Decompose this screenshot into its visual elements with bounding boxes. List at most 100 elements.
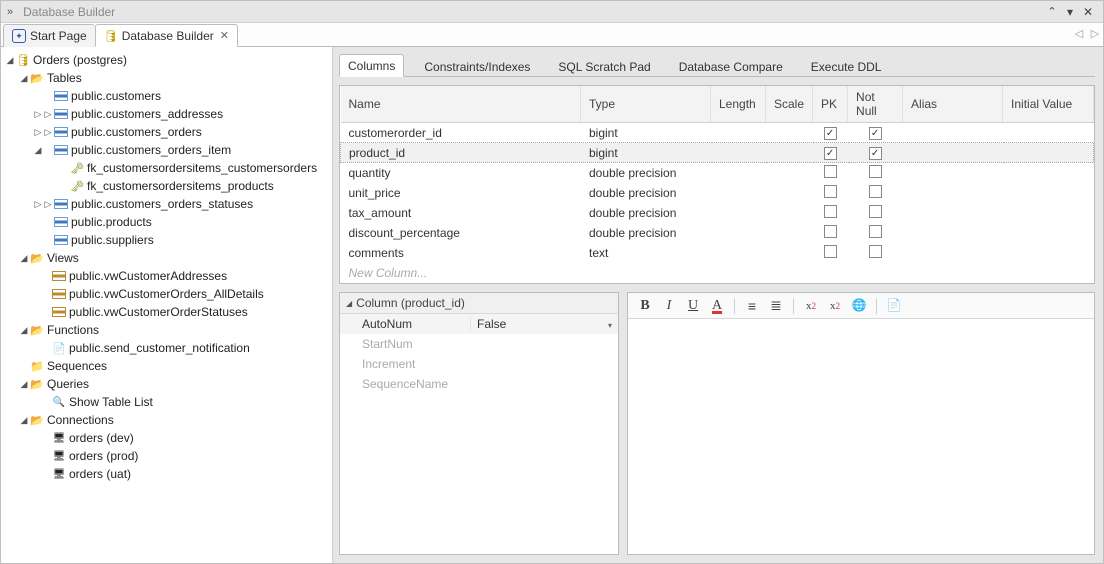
cell-alias[interactable] [903,143,1003,163]
col-scale-header[interactable]: Scale [766,86,813,123]
italic-button[interactable]: I [658,296,680,316]
cell-type[interactable]: text [581,243,711,263]
col-name-header[interactable]: Name [341,86,581,123]
close-window-button[interactable]: ✕ [1079,5,1097,19]
prop-sequencename[interactable]: SequenceName [340,374,618,394]
tree-queries[interactable]: ◢Queries [1,375,332,393]
cell-alias[interactable] [903,203,1003,223]
bold-button[interactable]: B [634,296,656,316]
cell-pk[interactable] [813,243,848,263]
cell-alias[interactable] [903,223,1003,243]
cell-type[interactable]: double precision [581,163,711,184]
tree-functions[interactable]: ◢Functions [1,321,332,339]
cell-pk[interactable] [813,123,848,143]
cell-notnull[interactable] [848,243,903,263]
cell-pk[interactable] [813,143,848,163]
cell-length[interactable] [711,223,766,243]
pk-checkbox[interactable] [824,127,837,140]
cell-alias[interactable] [903,163,1003,184]
cell-alias[interactable] [903,243,1003,263]
tree-query[interactable]: Show Table List [1,393,332,411]
tree-fk[interactable]: fk_customersordersitems_products [1,177,332,195]
cell-length[interactable] [711,123,766,143]
cell-type[interactable]: double precision [581,223,711,243]
columns-grid[interactable]: Name Type Length Scale PK Not Null Alias… [339,85,1095,284]
col-alias-header[interactable]: Alias [903,86,1003,123]
column-row[interactable]: product_idbigint [341,143,1094,163]
notnull-checkbox[interactable] [869,147,882,160]
collapse-button[interactable]: ⌃ [1043,5,1061,18]
column-properties[interactable]: ◢ Column (product_id) AutoNum False▾ Sta… [339,292,619,555]
tree-view[interactable]: public.vwCustomerAddresses [1,267,332,285]
cell-initial[interactable] [1003,163,1094,184]
column-row[interactable]: tax_amountdouble precision [341,203,1094,223]
collapse-icon[interactable]: ◢ [346,299,352,308]
subtab-columns[interactable]: Columns [339,54,404,77]
tree-views[interactable]: ◢Views [1,249,332,267]
cell-name[interactable]: product_id [341,143,581,163]
col-pk-header[interactable]: PK [813,86,848,123]
new-column-hint[interactable]: New Column... [341,263,1094,283]
cell-initial[interactable] [1003,123,1094,143]
cell-pk[interactable] [813,223,848,243]
cell-initial[interactable] [1003,223,1094,243]
tree-table[interactable]: ▷▷public.customers_orders [1,123,332,141]
column-row[interactable]: discount_percentagedouble precision [341,223,1094,243]
cell-alias[interactable] [903,123,1003,143]
tree-connection[interactable]: orders (dev) [1,429,332,447]
cell-length[interactable] [711,183,766,203]
cell-notnull[interactable] [848,143,903,163]
cell-name[interactable]: unit_price [341,183,581,203]
insert-note-button[interactable]: 📄 [883,296,905,316]
tree-function[interactable]: public.send_customer_notification [1,339,332,357]
dropdown-icon[interactable]: ▾ [608,321,612,330]
tab-prev-button[interactable]: ◁ [1071,23,1087,46]
cell-scale[interactable] [766,203,813,223]
prop-autonum[interactable]: AutoNum False▾ [340,314,618,334]
underline-button[interactable]: U [682,296,704,316]
new-column-row[interactable]: New Column... [341,263,1094,283]
tab-start-page[interactable]: Start Page [3,24,95,47]
prop-increment[interactable]: Increment [340,354,618,374]
cell-initial[interactable] [1003,243,1094,263]
tree-root[interactable]: ◢Orders (postgres) [1,51,332,69]
superscript-button[interactable]: x2 [800,296,822,316]
cell-pk[interactable] [813,203,848,223]
tree-table[interactable]: ◢▷public.customers_orders_item [1,141,332,159]
cell-type[interactable]: bigint [581,123,711,143]
col-notnull-header[interactable]: Not Null [848,86,903,123]
cell-length[interactable] [711,143,766,163]
tree-table[interactable]: ▷▷public.products [1,213,332,231]
cell-pk[interactable] [813,163,848,184]
editor-content[interactable] [628,319,1094,554]
tree-table[interactable]: ▷▷public.customers_orders_statuses [1,195,332,213]
prop-startnum[interactable]: StartNum [340,334,618,354]
font-color-button[interactable]: A [706,296,728,316]
tree-sequences[interactable]: ▷Sequences [1,357,332,375]
cell-name[interactable]: customerorder_id [341,123,581,143]
notnull-checkbox[interactable] [869,225,882,238]
tree-table[interactable]: ▷▷public.customers_addresses [1,105,332,123]
notnull-checkbox[interactable] [869,245,882,258]
tree-table[interactable]: ▷▷public.suppliers [1,231,332,249]
cell-type[interactable]: double precision [581,203,711,223]
column-row[interactable]: customerorder_idbigint [341,123,1094,143]
cell-scale[interactable] [766,163,813,184]
cell-name[interactable]: discount_percentage [341,223,581,243]
tree-view[interactable]: public.vwCustomerOrderStatuses [1,303,332,321]
subtab-execute-ddl[interactable]: Execute DDL [803,56,890,77]
column-row[interactable]: unit_pricedouble precision [341,183,1094,203]
col-type-header[interactable]: Type [581,86,711,123]
cell-scale[interactable] [766,243,813,263]
cell-length[interactable] [711,243,766,263]
tree-view[interactable]: public.vwCustomerOrders_AllDetails [1,285,332,303]
cell-initial[interactable] [1003,143,1094,163]
cell-initial[interactable] [1003,203,1094,223]
ordered-list-button[interactable]: ≣ [765,296,787,316]
tab-next-button[interactable]: ▷ [1087,23,1103,46]
notes-editor[interactable]: B I U A ≡ ≣ x2 x2 🌐 📄 [627,292,1095,555]
tree-connections[interactable]: ◢Connections [1,411,332,429]
subtab-db-compare[interactable]: Database Compare [671,56,791,77]
menu-button[interactable]: ▾ [1061,5,1079,19]
cell-notnull[interactable] [848,163,903,184]
